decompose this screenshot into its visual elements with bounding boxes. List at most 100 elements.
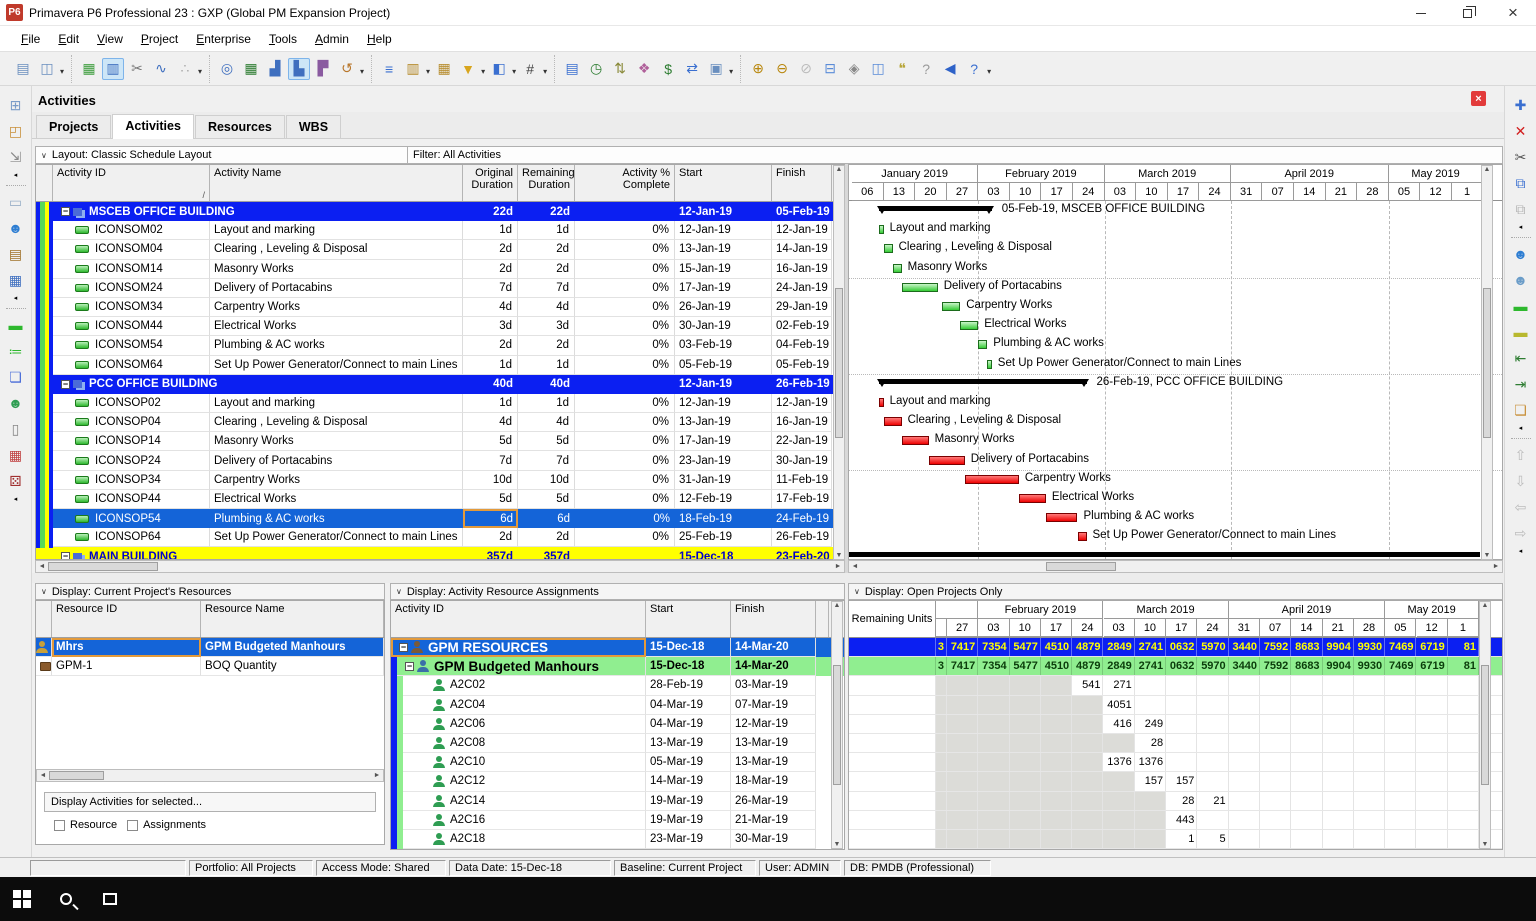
layout-icon[interactable]: ◧ — [488, 58, 510, 80]
start-cell[interactable]: 14-Mar-19 — [646, 772, 731, 791]
start-cell[interactable]: 12-Jan-19 — [675, 394, 772, 413]
start-cell[interactable]: 04-Mar-19 — [646, 715, 731, 734]
assignment-row[interactable]: A2C1823-Mar-1930-Mar-19 — [391, 830, 844, 849]
finish-cell[interactable]: 17-Feb-19 — [772, 490, 832, 509]
units-row[interactable]: 157157 — [849, 772, 1502, 791]
menu-help[interactable]: Help — [358, 29, 401, 49]
table-row[interactable]: ICONSOP34Carpentry Works10d10d0%31-Jan-1… — [36, 471, 844, 490]
assignment-row[interactable]: A2C0604-Mar-1912-Mar-19 — [391, 715, 844, 734]
activity-bar[interactable] — [1078, 532, 1087, 541]
activity-id-cell[interactable]: ICONSOM24 — [53, 279, 210, 298]
tab-projects[interactable]: Projects — [36, 115, 111, 138]
remaining-duration-cell[interactable]: 3d — [518, 317, 575, 336]
activity-bar[interactable] — [978, 340, 987, 349]
start-cell[interactable]: 12-Jan-19 — [675, 375, 772, 394]
original-duration-cell[interactable]: 4d — [463, 413, 518, 432]
close-view-icon[interactable]: × — [1471, 91, 1486, 106]
scroll-down-icon[interactable]: ▼ — [834, 841, 841, 848]
activity-name-cell[interactable]: Set Up Power Generator/Connect to main L… — [210, 528, 463, 547]
start-cell[interactable]: 26-Jan-19 — [675, 298, 772, 317]
table-row[interactable]: ICONSOM54Plumbing & AC works2d2d0%03-Feb… — [36, 336, 844, 355]
resource-name-cell[interactable]: GPM Budgeted Manhours — [201, 638, 384, 657]
finish-cell[interactable]: 02-Feb-19 — [772, 317, 832, 336]
activity-name-cell[interactable]: Plumbing & AC works — [210, 509, 463, 528]
documents-icon[interactable]: ▯ — [5, 418, 27, 440]
table-row[interactable]: ICONSOP54Plumbing & AC works6d6d0%18-Feb… — [36, 509, 844, 528]
percent-complete-cell[interactable]: 0% — [575, 240, 675, 259]
assignment-id-cell[interactable]: A2C12 — [403, 772, 646, 791]
zoom-in-icon[interactable]: ⊕ — [747, 58, 769, 80]
collapse-minus-icon[interactable]: − — [399, 643, 408, 652]
finish-cell[interactable]: 13-Mar-19 — [731, 753, 816, 772]
table-row[interactable]: ICONSOP02Layout and marking1d1d0%12-Jan-… — [36, 394, 844, 413]
resource-row[interactable]: MhrsGPM Budgeted Manhours — [36, 638, 384, 657]
columns-dropdown-icon[interactable]: ▾ — [426, 67, 430, 76]
activity-name-cell[interactable]: Electrical Works — [210, 317, 463, 336]
start-button[interactable] — [0, 877, 44, 921]
activity-bar[interactable] — [879, 398, 884, 407]
gantt-row[interactable]: Masonry Works — [849, 431, 1502, 450]
finish-cell[interactable]: 26-Feb-19 — [772, 528, 832, 547]
remaining-duration-cell[interactable]: 1d — [518, 221, 575, 240]
scroll-right-icon[interactable]: ► — [1490, 563, 1502, 570]
find-icon[interactable]: ◎ — [216, 58, 238, 80]
comments-icon[interactable]: ❝ — [891, 58, 913, 80]
finish-cell[interactable]: 12-Jan-19 — [772, 221, 832, 240]
layout-dropdown-icon[interactable]: ▾ — [512, 67, 516, 76]
tab-activities[interactable]: Activities — [112, 114, 194, 139]
units-row[interactable]: 4051 — [849, 696, 1502, 715]
spreadsheet-expand-icon[interactable]: ▦ — [240, 58, 262, 80]
search-icon[interactable] — [44, 877, 88, 921]
start-cell[interactable]: 15-Dec-18 — [646, 657, 731, 676]
scroll-right-icon[interactable]: ► — [371, 772, 383, 779]
tracking-icon[interactable]: ▦ — [5, 269, 27, 291]
risks-icon[interactable]: ⚄ — [5, 470, 27, 492]
global-change-icon[interactable]: ⇄ — [681, 58, 703, 80]
assignment-row[interactable]: A2C1419-Mar-1926-Mar-19 — [391, 792, 844, 811]
finish-cell[interactable]: 21-Mar-19 — [731, 811, 816, 830]
finish-cell[interactable]: 16-Jan-19 — [772, 413, 832, 432]
collapse-minus-icon[interactable]: − — [405, 662, 414, 671]
print-preview-icon[interactable]: ◫ — [36, 58, 58, 80]
activity-bar[interactable] — [965, 475, 1019, 484]
cut-icon[interactable]: ✂ — [1510, 146, 1532, 168]
gantt-row[interactable]: Layout and marking — [849, 220, 1502, 239]
scroll-right-icon[interactable]: ► — [832, 563, 844, 570]
move-left-icon[interactable]: ⇦ — [1510, 496, 1532, 518]
finish-cell[interactable]: 04-Feb-19 — [772, 336, 832, 355]
finish-cell[interactable]: 18-Mar-19 — [731, 772, 816, 791]
column-header-3[interactable]: Original Duration — [463, 165, 518, 201]
start-cell[interactable]: 18-Feb-19 — [675, 509, 772, 528]
table-v-scrollbar[interactable]: ▲ ▼ — [833, 165, 845, 560]
activity-name-cell[interactable]: Plumbing & AC works — [210, 336, 463, 355]
activity-name-cell[interactable]: Carpentry Works — [210, 298, 463, 317]
gantt-row[interactable]: Carpentry Works — [849, 297, 1502, 316]
new-project-icon[interactable]: ⊞ — [5, 94, 27, 116]
tab-wbs[interactable]: WBS — [286, 115, 341, 138]
finish-cell[interactable]: 12-Jan-19 — [772, 394, 832, 413]
table-row[interactable]: ICONSOM14Masonry Works2d2d0%15-Jan-1916-… — [36, 260, 844, 279]
split-vertical-icon[interactable]: ◫ — [867, 58, 889, 80]
tab-resources[interactable]: Resources — [195, 115, 285, 138]
start-cell[interactable]: 12-Feb-19 — [675, 490, 772, 509]
activity-bar[interactable] — [884, 244, 893, 253]
original-duration-cell[interactable]: 2d — [463, 528, 518, 547]
percent-complete-cell[interactable]: 0% — [575, 528, 675, 547]
activity-id-cell[interactable]: ICONSOP34 — [53, 471, 210, 490]
percent-complete-cell[interactable]: 0% — [575, 394, 675, 413]
gantt-row[interactable]: Clearing , Leveling & Disposal — [849, 412, 1502, 431]
view-options-icon[interactable]: ▣ — [705, 58, 727, 80]
table-row[interactable]: ICONSOP44Electrical Works5d5d0%12-Feb-19… — [36, 490, 844, 509]
gantt-row[interactable]: Layout and marking — [849, 393, 1502, 412]
percent-complete-cell[interactable] — [575, 202, 675, 221]
activity-id-cell[interactable]: ICONSOM44 — [53, 317, 210, 336]
start-cell[interactable]: 13-Mar-19 — [646, 734, 731, 753]
copy-icon[interactable]: ⧉ — [1510, 172, 1532, 194]
remaining-duration-cell[interactable]: 1d — [518, 394, 575, 413]
original-duration-cell[interactable]: 4d — [463, 298, 518, 317]
original-duration-cell[interactable]: 22d — [463, 202, 518, 221]
scroll-down-icon[interactable]: ▼ — [1482, 841, 1489, 848]
collapse-arrow-icon[interactable]: ◂ — [14, 495, 18, 505]
units-display-bar[interactable]: ∨ Display: Open Projects Only — [848, 583, 1503, 600]
table-row[interactable]: ICONSOM24Delivery of Portacabins7d7d0%17… — [36, 279, 844, 298]
